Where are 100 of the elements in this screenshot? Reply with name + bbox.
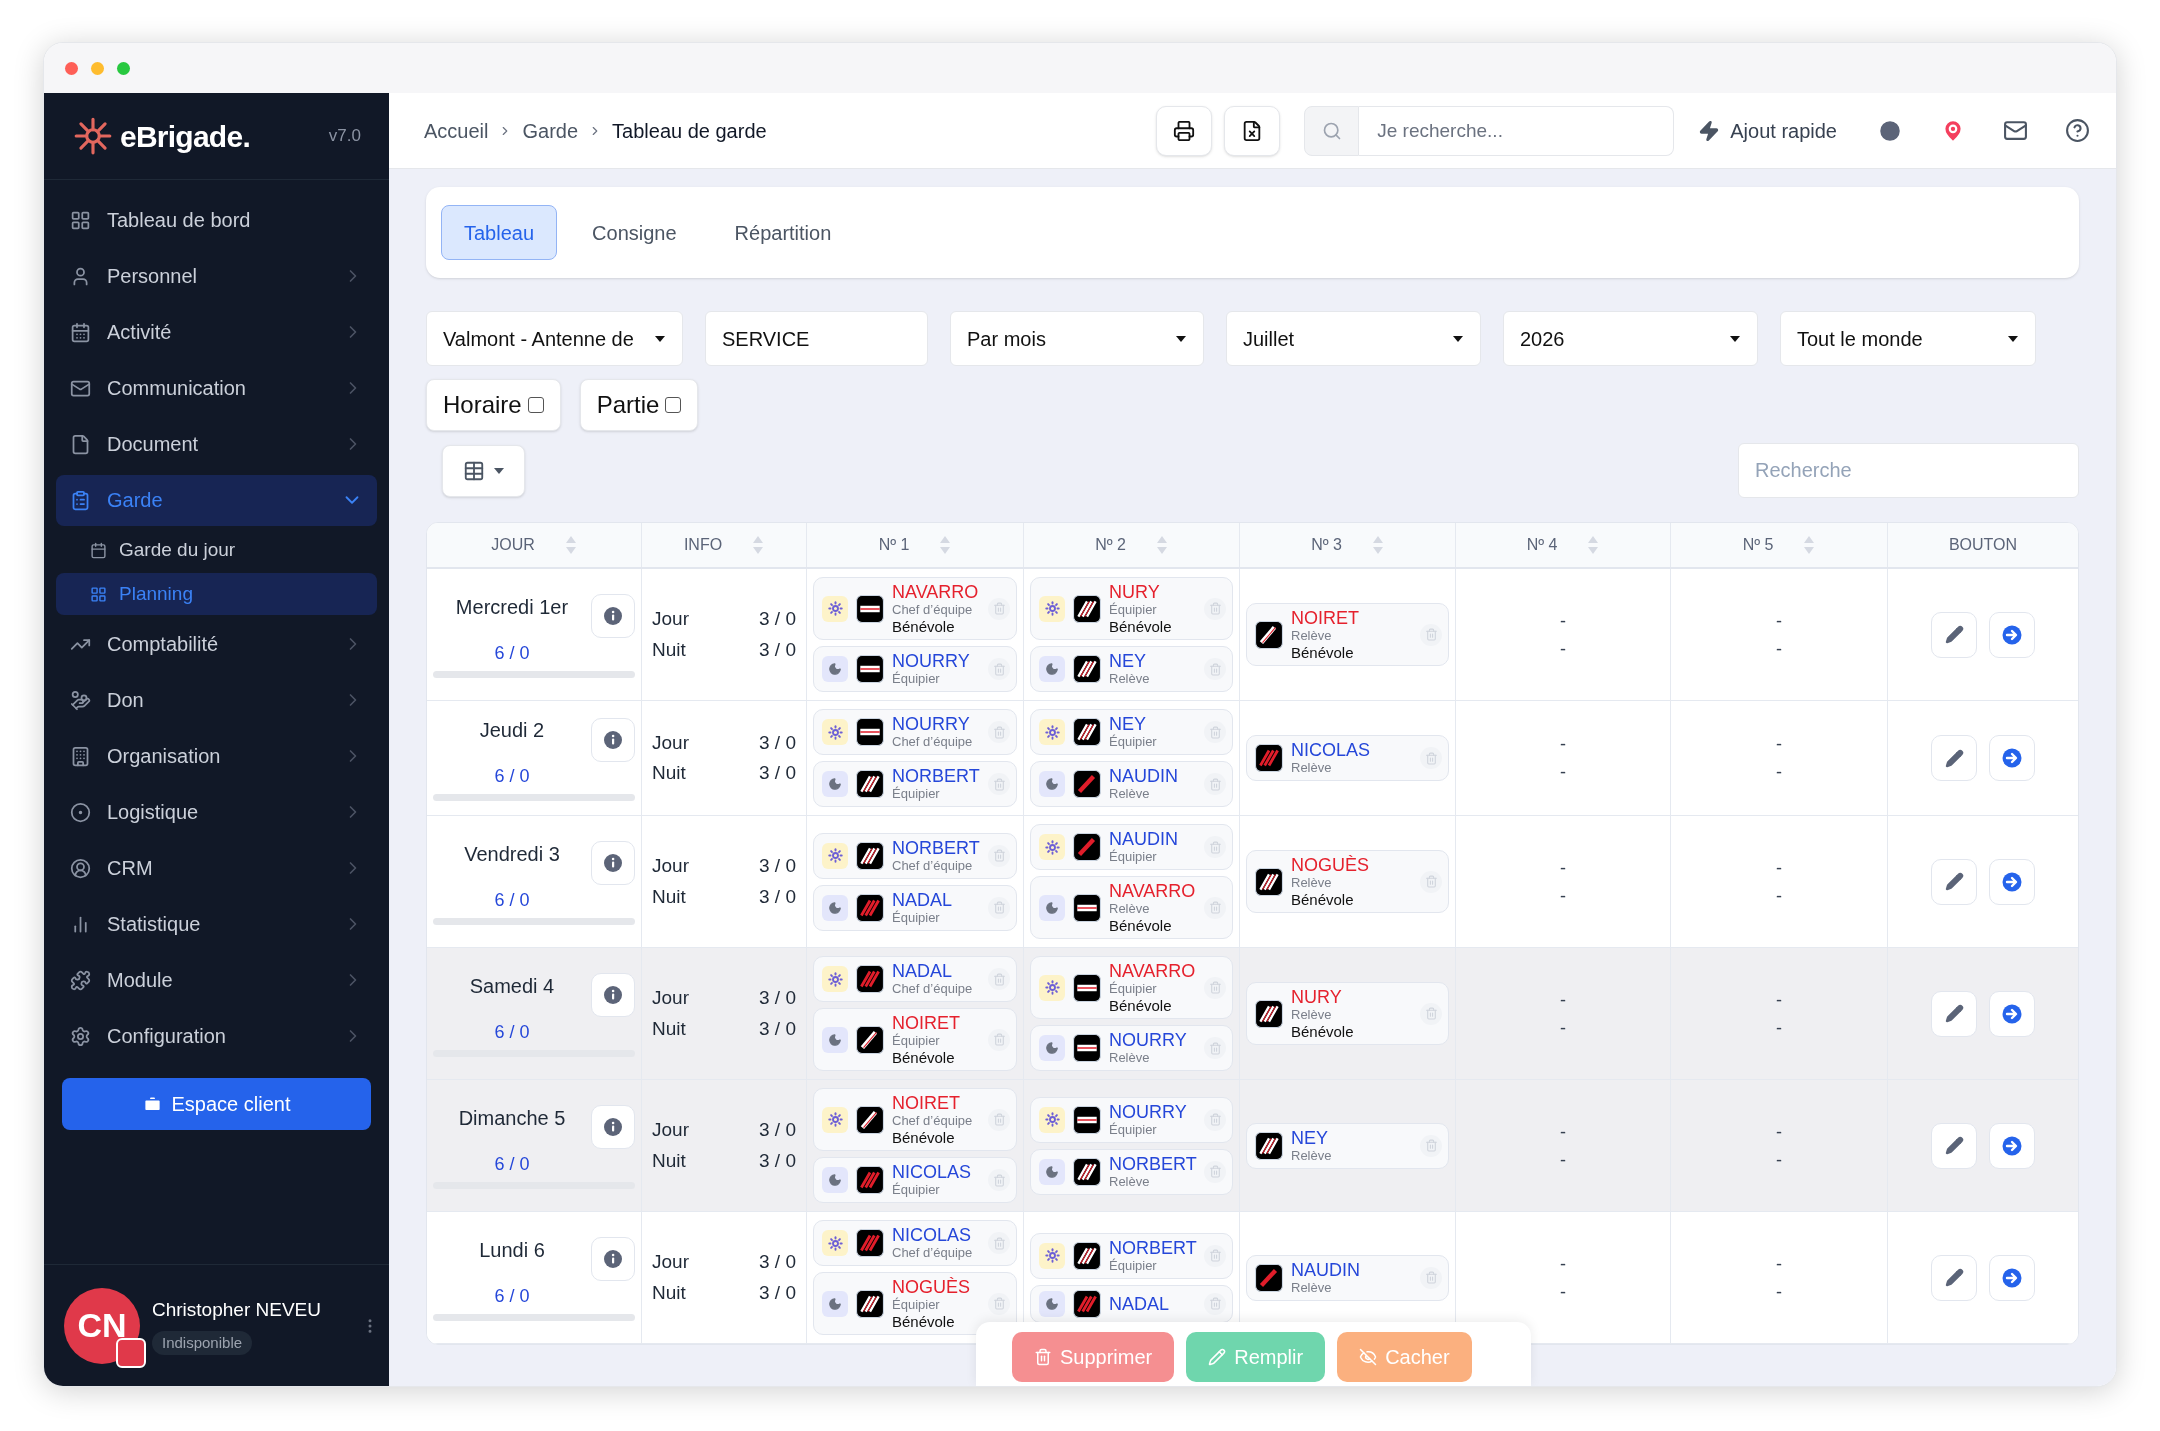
filter-select[interactable]: 2026 [1503, 311, 1758, 366]
column-header[interactable]: Nº 3 [1240, 523, 1456, 567]
edit-button[interactable] [1931, 858, 1977, 905]
trash-icon[interactable] [1204, 836, 1226, 858]
trash-icon[interactable] [1420, 747, 1442, 769]
sidebar-item[interactable]: Logistique [56, 786, 377, 838]
edit-button[interactable] [1931, 611, 1977, 658]
trash-icon[interactable] [1204, 658, 1226, 680]
sidebar-subitem[interactable]: Garde du jour [56, 529, 377, 571]
export-button[interactable] [1224, 105, 1281, 156]
sidebar-item[interactable]: Communication [56, 362, 377, 414]
trash-icon[interactable] [1204, 1292, 1226, 1315]
sidebar-item[interactable]: Don [56, 674, 377, 726]
filter-select[interactable]: Par mois [950, 311, 1204, 366]
sidebar-item[interactable]: Document [56, 418, 377, 470]
sidebar-item[interactable]: CRM [56, 842, 377, 894]
sidebar-item[interactable]: Personnel [56, 250, 377, 302]
sidebar-item[interactable]: Comptabilité [56, 618, 377, 670]
info-button[interactable] [591, 717, 635, 762]
sidebar-item[interactable]: Tableau de bord [56, 194, 377, 246]
trash-icon[interactable] [1204, 976, 1226, 999]
mail-icon[interactable] [2003, 118, 2028, 143]
info-button[interactable] [591, 1237, 635, 1281]
filter-select[interactable]: Valmont - Antenne de [426, 311, 683, 366]
trash-icon[interactable] [988, 1232, 1010, 1254]
open-button[interactable] [1989, 1122, 2035, 1169]
trash-icon[interactable] [1204, 1108, 1226, 1131]
trash-icon[interactable] [988, 844, 1010, 867]
table-search-field[interactable]: Recherche [1738, 443, 2079, 498]
trash-icon[interactable] [1420, 1002, 1442, 1025]
trash-icon[interactable] [988, 658, 1010, 680]
sidebar-subitem[interactable]: Planning [56, 573, 377, 615]
trash-icon[interactable] [988, 968, 1010, 990]
filter-select[interactable]: Juillet [1226, 311, 1481, 366]
edit-button[interactable] [1931, 735, 1977, 781]
info-button[interactable] [591, 841, 635, 885]
quick-add-button[interactable]: Ajout rapide [1698, 115, 1837, 146]
view-toggle-button[interactable] [442, 444, 525, 497]
trash-icon[interactable] [988, 896, 1010, 919]
open-button[interactable] [1989, 735, 2035, 781]
sidebar-item[interactable]: Organisation [56, 730, 377, 782]
trash-icon[interactable] [988, 1169, 1010, 1191]
empty-slot: - [1776, 884, 1782, 907]
info-icon [603, 606, 623, 626]
trash-icon[interactable] [1204, 896, 1226, 919]
filter-select[interactable]: Tout le monde [1780, 311, 2036, 366]
shift-label: Nuit [652, 1148, 686, 1173]
info-button[interactable] [591, 594, 635, 638]
trash-icon[interactable] [1204, 1037, 1226, 1059]
client-button[interactable]: Espace client [62, 1078, 371, 1130]
open-button[interactable] [1989, 611, 2035, 658]
column-header[interactable]: Nº 1 [807, 523, 1024, 567]
column-header[interactable]: Nº 4 [1456, 523, 1671, 567]
edit-button[interactable] [1931, 1122, 1977, 1169]
search-field[interactable]: Je recherche... [1359, 105, 1675, 156]
trash-icon[interactable] [988, 721, 1010, 743]
column-header[interactable]: Nº 5 [1671, 523, 1888, 567]
sidebar-item[interactable]: Garde [56, 474, 377, 526]
open-button[interactable] [1989, 1254, 2035, 1301]
checkbox[interactable] [527, 397, 544, 413]
trash-icon[interactable] [988, 597, 1010, 620]
trash-icon[interactable] [1420, 870, 1442, 893]
open-button[interactable] [1989, 990, 2035, 1037]
trash-icon[interactable] [1204, 1160, 1226, 1183]
column-header[interactable]: Nº 2 [1024, 523, 1240, 567]
edit-button[interactable] [1931, 990, 1977, 1037]
sidebar-item[interactable]: Activité [56, 306, 377, 358]
print-button[interactable] [1156, 105, 1213, 156]
column-header[interactable]: JOUR [427, 523, 642, 567]
tab[interactable]: Répartition [711, 205, 855, 260]
trash-icon[interactable] [988, 1028, 1010, 1051]
sidebar-item[interactable]: Statistique [56, 898, 377, 950]
trash-icon[interactable] [1420, 1134, 1442, 1157]
sidebar-item[interactable]: Module [56, 954, 377, 1006]
trash-icon[interactable] [988, 1108, 1010, 1131]
filter-field[interactable]: SERVICE [705, 311, 928, 366]
checkbox-option[interactable]: Partie [579, 379, 699, 431]
trash-icon[interactable] [1204, 597, 1226, 620]
edit-button[interactable] [1931, 1254, 1977, 1301]
sidebar-item[interactable]: Configuration [56, 1010, 377, 1062]
checkbox[interactable] [665, 397, 682, 413]
trash-icon[interactable] [1204, 721, 1226, 743]
trash-icon[interactable] [1204, 1244, 1226, 1267]
info-button[interactable] [591, 973, 635, 1017]
column-header[interactable]: INFO [642, 523, 807, 567]
user-avatar: CN [64, 1287, 140, 1364]
trash-icon[interactable] [1420, 623, 1442, 646]
checkbox-option[interactable]: Horaire [426, 379, 561, 431]
tab[interactable]: Consigne [569, 205, 700, 260]
person-name: NAVARRO [1109, 961, 1196, 981]
breadcrumb-link[interactable]: Garde [522, 115, 579, 146]
help-icon[interactable] [2065, 118, 2090, 143]
trash-icon[interactable] [988, 1292, 1010, 1315]
trash-icon[interactable] [988, 773, 1010, 795]
tab[interactable]: Tableau [441, 205, 558, 260]
trash-icon[interactable] [1420, 1266, 1442, 1289]
info-button[interactable] [591, 1105, 635, 1149]
breadcrumb-link[interactable]: Accueil [424, 115, 489, 146]
trash-icon[interactable] [1204, 773, 1226, 795]
open-button[interactable] [1989, 858, 2035, 905]
